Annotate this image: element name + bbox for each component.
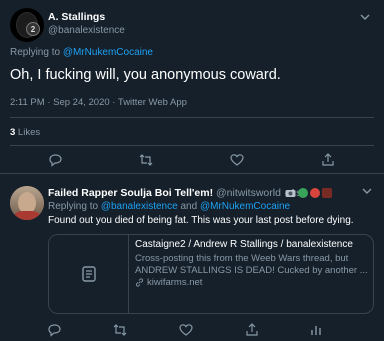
like-icon — [230, 154, 244, 166]
avatar[interactable] — [10, 186, 44, 220]
share-icon — [246, 323, 258, 336]
tweet-text: Oh, I fucking will, you anonymous coward… — [10, 67, 281, 83]
name-emoji-row — [285, 187, 332, 199]
action-bar — [0, 152, 384, 168]
card-title: Castaigne2 / Andrew R Stallings / banale… — [135, 239, 353, 250]
like-icon — [179, 324, 193, 336]
display-name[interactable]: Failed Rapper Soulja Boi Tell'em! — [48, 187, 213, 199]
analytics-icon — [311, 326, 321, 335]
more-icon[interactable] — [360, 186, 374, 196]
divider — [10, 145, 374, 146]
share-button[interactable] — [244, 322, 260, 338]
display-name[interactable]: A. Stallings — [48, 11, 105, 23]
analytics-button[interactable] — [308, 322, 324, 338]
red-emoji-icon — [310, 188, 320, 198]
more-icon[interactable] — [358, 12, 372, 22]
action-bar — [0, 322, 384, 338]
card-site: kiwifarms.net — [135, 277, 202, 288]
green-emoji-icon — [298, 188, 308, 198]
replying-handle-link[interactable]: @MrNukemCocaine — [63, 47, 153, 58]
replying-and: and — [177, 201, 200, 212]
dark-emoji-icon — [322, 188, 332, 198]
card-description: Cross-posting this from the Weeb Wars th… — [135, 253, 368, 276]
replying-to: Replying to @MrNukemCocaine — [10, 47, 153, 58]
reply-button[interactable] — [46, 322, 62, 338]
retweet-icon — [113, 324, 127, 336]
tweet-timestamp[interactable]: 2:11 PM · Sep 24, 2020 · Twitter Web App — [10, 97, 187, 108]
share-button[interactable] — [320, 152, 336, 168]
avatar-shirt — [12, 211, 42, 220]
link-icon — [135, 278, 144, 287]
avatar-badge: 2 — [26, 22, 40, 36]
reply-icon — [49, 154, 62, 167]
document-icon — [81, 266, 96, 282]
retweet-icon — [139, 154, 153, 166]
replying-to: Replying to @banalexistence and @MrNukem… — [48, 201, 290, 212]
retweet-button[interactable] — [112, 322, 128, 338]
camera-emoji-icon — [285, 190, 296, 197]
likes-label: Likes — [15, 127, 41, 138]
reply-button[interactable] — [47, 152, 63, 168]
tweet-text: Found out you died of being fat. This wa… — [48, 215, 354, 226]
replying-prefix: Replying to — [48, 201, 101, 212]
retweet-button[interactable] — [138, 152, 154, 168]
like-button[interactable] — [178, 322, 194, 338]
replying-handle-link[interactable]: @banalexistence — [101, 201, 178, 212]
user-handle[interactable]: @banalexistence — [48, 25, 125, 36]
replying-prefix: Replying to — [10, 47, 63, 58]
likes-count-link[interactable]: 3 Likes — [10, 127, 40, 138]
share-icon — [322, 153, 334, 166]
like-button[interactable] — [229, 152, 245, 168]
card-site-label: kiwifarms.net — [147, 277, 203, 288]
avatar[interactable]: 2 — [10, 8, 44, 42]
reply-tweet[interactable]: Failed Rapper Soulja Boi Tell'em! @nitwi… — [0, 178, 384, 341]
replying-handle-link[interactable]: @MrNukemCocaine — [200, 201, 290, 212]
reply-icon — [48, 324, 61, 337]
tweet-separator — [0, 173, 384, 174]
reply-author[interactable]: Failed Rapper Soulja Boi Tell'em! @nitwi… — [48, 187, 301, 199]
link-card[interactable]: Castaigne2 / Andrew R Stallings / banale… — [48, 234, 374, 314]
main-tweet: 2 A. Stallings @banalexistence Replying … — [0, 0, 384, 171]
divider — [10, 117, 374, 118]
card-thumbnail — [49, 235, 129, 313]
